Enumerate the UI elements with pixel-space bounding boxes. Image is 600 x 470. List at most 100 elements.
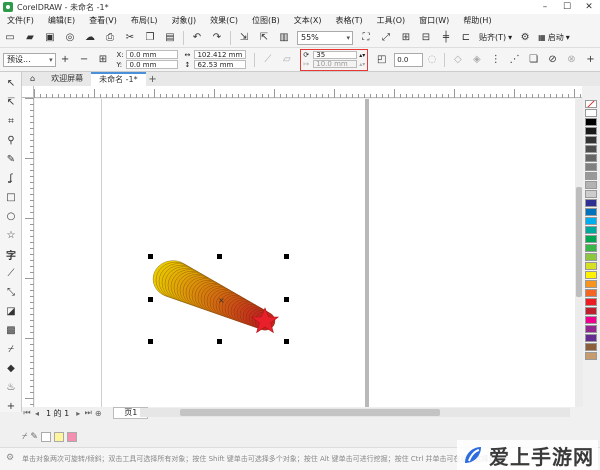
clockwise-blend-icon[interactable]: ◈ [469, 52, 484, 68]
zoom-level-select[interactable]: 55% [297, 30, 353, 45]
direct-blend-icon[interactable]: ◇ [450, 52, 465, 68]
vertical-scroll-thumb[interactable] [576, 187, 582, 297]
menu-item[interactable]: 布局(L) [124, 14, 165, 28]
color-swatch[interactable] [585, 334, 597, 342]
fullscreen-icon[interactable]: ⤢ [378, 30, 394, 46]
width-field[interactable]: 102.412 mm [194, 50, 247, 59]
eyedropper-icon[interactable]: ⌿ [2, 341, 20, 357]
color-swatch[interactable] [585, 325, 597, 333]
x-position-field[interactable]: 0.0 mm [126, 50, 179, 59]
guidelines-icon[interactable]: ╪ [438, 30, 454, 46]
export-icon[interactable]: ⇱ [256, 30, 272, 46]
artistic-media-icon[interactable]: ʆ [2, 170, 20, 186]
color-swatch[interactable] [585, 226, 597, 234]
redo-icon[interactable]: ↷ [209, 30, 225, 46]
search-content-icon[interactable]: ◎ [62, 30, 78, 46]
color-acceleration-icon[interactable]: ⋰ [507, 52, 522, 68]
copy-blend-icon[interactable]: ❏ [526, 52, 541, 68]
menu-item[interactable]: 编辑(E) [41, 14, 82, 28]
interactive-fill-icon[interactable]: ◆ [2, 360, 20, 376]
cloud-upload-icon[interactable]: ☁ [82, 30, 98, 46]
color-swatch[interactable] [585, 262, 597, 270]
horizontal-scrollbar[interactable] [140, 408, 570, 417]
add-tool-icon[interactable]: + [2, 398, 20, 414]
blend-path-icon[interactable]: ▱ [279, 52, 294, 68]
minimize-icon[interactable]: – [534, 0, 556, 14]
blend-artwork[interactable]: × [35, 99, 575, 407]
color-swatch[interactable] [585, 280, 597, 288]
freehand-tool-icon[interactable]: ✎ [2, 151, 20, 167]
vertical-scrollbar[interactable] [575, 99, 583, 407]
color-swatch[interactable] [585, 289, 597, 297]
open-icon[interactable]: ▰ [22, 30, 38, 46]
height-field[interactable]: 62.53 mm [194, 60, 247, 69]
polygon-tool-icon[interactable]: ☆ [2, 227, 20, 243]
color-swatch[interactable] [585, 271, 597, 279]
color-swatch[interactable] [585, 127, 597, 135]
color-chip-yellow[interactable] [53, 432, 64, 442]
launch-button[interactable]: ▦ 启动 ▾ [538, 32, 570, 43]
smart-fill-icon[interactable]: ♨ [2, 379, 20, 395]
close-icon[interactable]: ✕ [578, 0, 600, 14]
color-swatch[interactable] [585, 253, 597, 261]
add-toolbar-icon[interactable]: + [583, 52, 598, 68]
color-swatch[interactable] [585, 118, 597, 126]
menu-item[interactable]: 文件(F) [0, 14, 41, 28]
menu-item[interactable]: 工具(O) [370, 14, 413, 28]
color-swatch[interactable] [585, 172, 597, 180]
grid-icon[interactable]: ⊞ [398, 30, 414, 46]
connector-tool-icon[interactable]: ⤡ [2, 284, 20, 300]
color-swatch[interactable] [585, 235, 597, 243]
parallel-dimension-icon[interactable]: ⟋ [2, 265, 20, 281]
color-swatch[interactable] [585, 352, 597, 360]
preset-select[interactable]: 预设... [3, 52, 56, 67]
crop-tool-icon[interactable]: ⌗ [2, 113, 20, 129]
color-swatch[interactable] [585, 298, 597, 306]
color-chip-white[interactable] [40, 432, 51, 442]
blend-rotation-field[interactable]: 0.0 [394, 52, 423, 67]
blend-steps-field[interactable]: 35 [313, 51, 358, 59]
vertical-ruler[interactable] [22, 98, 34, 408]
color-swatch[interactable] [585, 307, 597, 315]
save-icon[interactable]: ▣ [42, 30, 58, 46]
object-origin-icon[interactable]: ⊞ [96, 52, 111, 68]
tab-home-icon[interactable]: ⌂ [22, 72, 43, 86]
color-swatch[interactable] [585, 244, 597, 252]
new-document-icon[interactable]: ▭ [2, 30, 18, 46]
last-page-icon[interactable]: ⏭ [83, 408, 93, 418]
drop-shadow-icon[interactable]: ◪ [2, 303, 20, 319]
copy-icon[interactable]: ❐ [142, 30, 158, 46]
horizontal-ruler[interactable] [34, 86, 582, 98]
zoom-tool-icon[interactable]: ⚲ [2, 132, 20, 148]
cut-icon[interactable]: ✂ [122, 30, 138, 46]
drawing-canvas[interactable]: × [35, 99, 575, 407]
gear-icon[interactable]: ⚙ [6, 453, 18, 465]
eyedropper-icon[interactable]: ⌿ [22, 432, 27, 442]
ellipse-tool-icon[interactable]: ○ [2, 208, 20, 224]
menu-item[interactable]: 窗口(W) [412, 14, 456, 28]
import-icon[interactable]: ⇲ [236, 30, 252, 46]
maximize-icon[interactable]: ☐ [556, 0, 578, 14]
transparency-tool-icon[interactable]: ▩ [2, 322, 20, 338]
fit-page-icon[interactable]: ⛶ [358, 30, 374, 46]
tab-welcome[interactable]: 欢迎屏幕 [43, 72, 91, 86]
first-page-icon[interactable]: ⏮ [22, 408, 32, 418]
blend-rotation-icon[interactable]: ◰ [374, 52, 389, 68]
color-swatch[interactable] [585, 190, 597, 198]
color-chip-pink[interactable] [66, 432, 77, 442]
color-swatch[interactable] [585, 145, 597, 153]
color-swatch[interactable] [585, 208, 597, 216]
undo-icon[interactable]: ↶ [189, 30, 205, 46]
menu-item[interactable]: 对象(J) [165, 14, 204, 28]
paste-icon[interactable]: ▤ [162, 30, 178, 46]
color-swatch[interactable] [585, 154, 597, 162]
shape-tool-icon[interactable]: ↸ [2, 94, 20, 110]
object-acceleration-icon[interactable]: ⋮ [488, 52, 503, 68]
menu-item[interactable]: 帮助(H) [456, 14, 498, 28]
color-swatch[interactable] [585, 217, 597, 225]
color-swatch[interactable] [585, 343, 597, 351]
prev-page-icon[interactable]: ◂ [32, 409, 42, 418]
rectangle-tool-icon[interactable]: □ [2, 189, 20, 205]
color-swatch[interactable] [585, 316, 597, 324]
snap-to-button[interactable]: 贴齐(T) ▾ [479, 32, 512, 43]
